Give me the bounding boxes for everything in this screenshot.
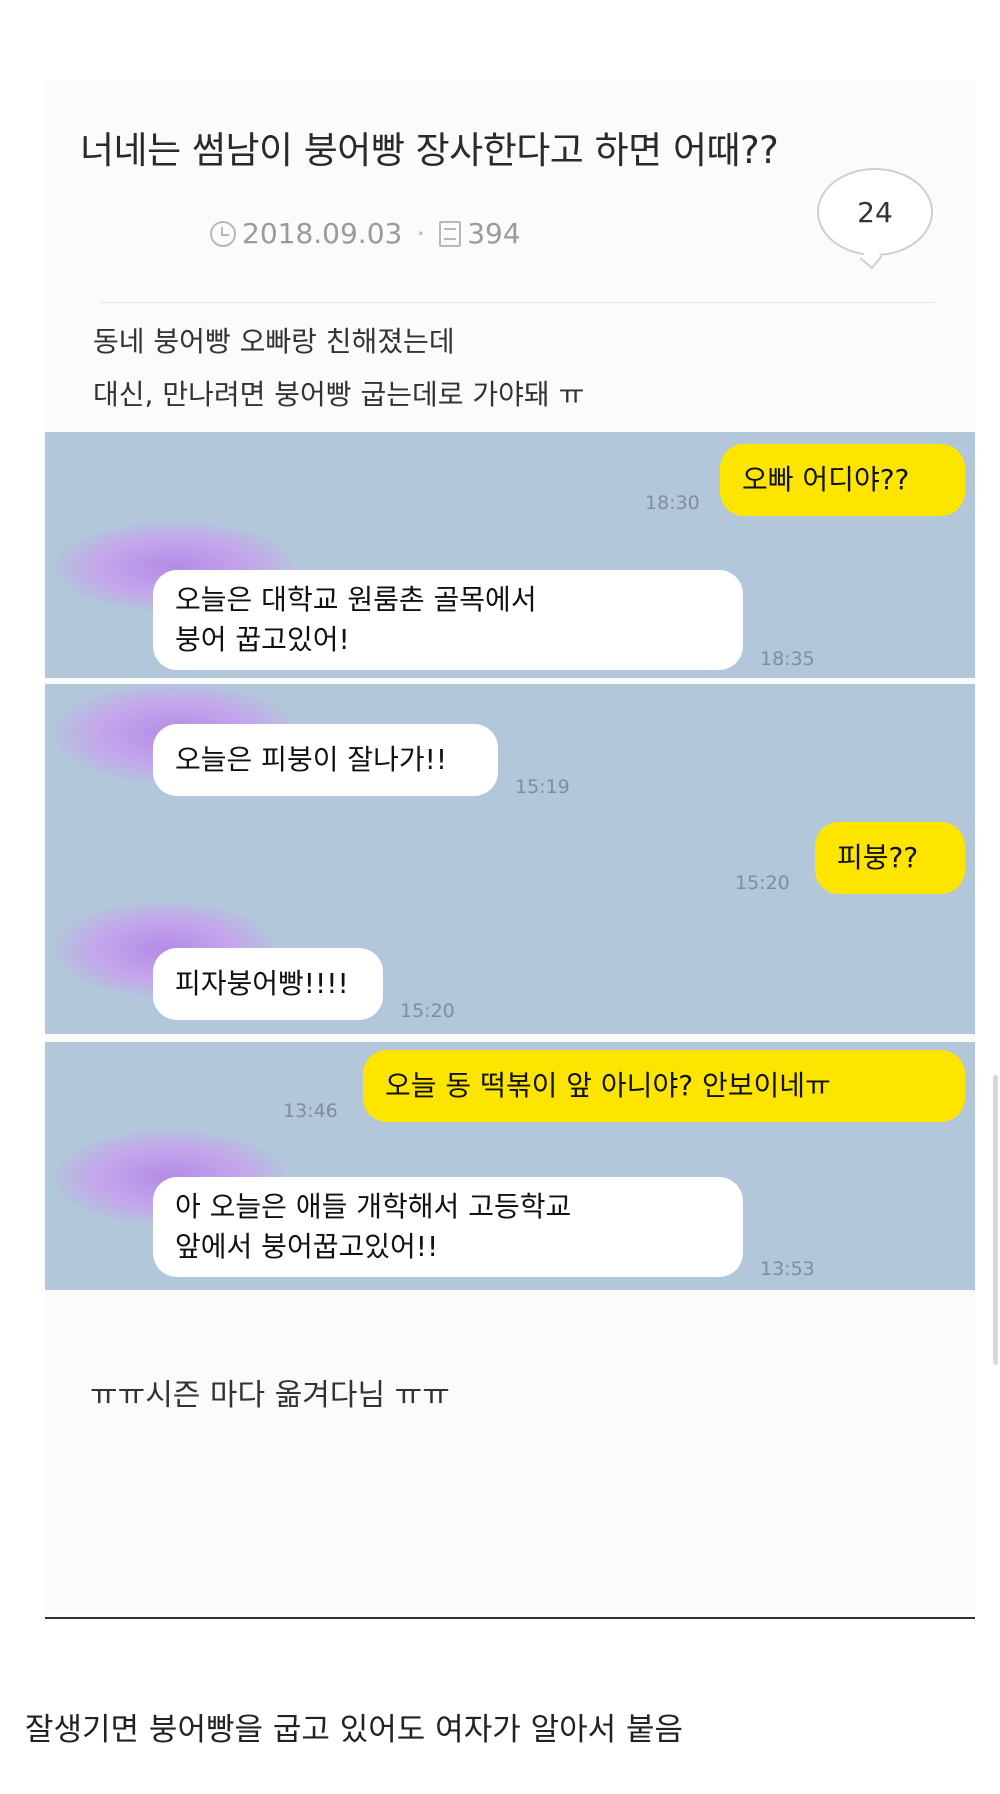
- my-message-bubble: 피붕??: [815, 822, 965, 894]
- their-message-bubble: 아 오늘은 애들 개학해서 고등학교 앞에서 붕어꿉고있어!!: [153, 1177, 743, 1277]
- post-footer-line: ㅠㅠ시즌 마다 옮겨다님 ㅠㅠ: [90, 1378, 450, 1413]
- chat-screenshot-2: 오늘은 피붕이 잘나가!! 15:19 피붕?? 15:20 피자붕어빵!!!!…: [45, 684, 975, 1034]
- message-time: 18:35: [760, 648, 815, 670]
- meta-separator: ·: [416, 217, 426, 250]
- message-text: 오빠 어디야??: [742, 463, 910, 496]
- body-line-2: 대신, 만나려면 붕어빵 굽는데로 가야돼 ㅠ: [93, 378, 585, 411]
- chat-screenshot-1: 오빠 어디야?? 18:30 오늘은 대학교 원룸촌 골목에서 붕어 꿉고있어!…: [45, 432, 975, 678]
- their-message-bubble: 오늘은 대학교 원룸촌 골목에서 붕어 꿉고있어!: [153, 570, 743, 670]
- message-time: 15:19: [515, 776, 570, 798]
- message-text: 앞에서 붕어꿉고있어!!: [175, 1230, 439, 1263]
- message-time: 13:46: [283, 1100, 338, 1122]
- message-text: 오늘은 대학교 원룸촌 골목에서: [175, 583, 537, 616]
- my-message-bubble: 오늘 동 떡볶이 앞 아니야? 안보이네ㅠ: [363, 1050, 965, 1122]
- divider: [100, 302, 935, 303]
- post-title: 너네는 썸남이 붕어빵 장사한다고 하면 어때??: [80, 129, 779, 172]
- message-text: 오늘은 피붕이 잘나가!!: [175, 743, 448, 776]
- scrollbar[interactable]: [993, 1075, 998, 1365]
- caption: 잘생기면 붕어빵을 굽고 있어도 여자가 알아서 붙음: [25, 1712, 684, 1748]
- message-time: 15:20: [735, 872, 790, 894]
- comment-count: 24: [857, 195, 893, 229]
- message-text: 피자붕어빵!!!!: [175, 967, 349, 1000]
- their-message-bubble: 피자붕어빵!!!!: [153, 948, 383, 1020]
- message-time: 15:20: [400, 1000, 455, 1022]
- post-date: 2018.09.03: [242, 217, 403, 250]
- message-time: 18:30: [645, 492, 700, 514]
- message-text: 아 오늘은 애들 개학해서 고등학교: [175, 1190, 572, 1223]
- chat-screenshot-3: 오늘 동 떡볶이 앞 아니야? 안보이네ㅠ 13:46 아 오늘은 애들 개학해…: [45, 1042, 975, 1290]
- post-meta: 2018.09.03 · 394: [210, 217, 521, 250]
- post-card: 너네는 썸남이 붕어빵 장사한다고 하면 어때?? 2018.09.03 · 3…: [45, 80, 975, 1613]
- document-icon: [439, 220, 462, 247]
- message-text: 피붕??: [837, 841, 919, 874]
- comment-count-button[interactable]: 24: [817, 168, 933, 256]
- message-time: 13:53: [760, 1258, 815, 1280]
- message-text: 오늘 동 떡볶이 앞 아니야? 안보이네ㅠ: [385, 1069, 831, 1102]
- body-line-1: 동네 붕어빵 오빠랑 친해졌는데: [93, 325, 455, 358]
- their-message-bubble: 오늘은 피붕이 잘나가!!: [153, 724, 498, 796]
- message-text: 붕어 꿉고있어!: [175, 623, 350, 656]
- clock-icon: [210, 220, 236, 247]
- my-message-bubble: 오빠 어디야??: [720, 444, 965, 516]
- view-count: 394: [467, 217, 521, 250]
- section-rule: [45, 1617, 975, 1619]
